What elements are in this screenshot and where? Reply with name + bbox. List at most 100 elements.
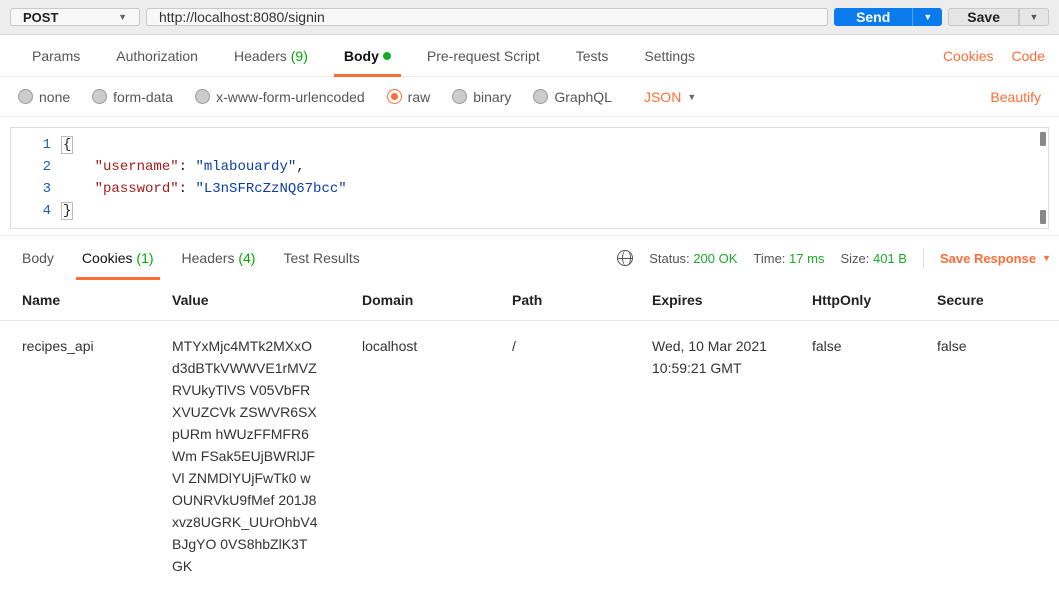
tab-tests-label: Tests <box>576 48 609 64</box>
radio-icon <box>387 89 402 104</box>
send-label: Send <box>856 9 890 25</box>
send-button[interactable]: Send <box>834 8 912 26</box>
divider <box>923 248 924 268</box>
cell-value: MTYxMjc4MTk2MXxOd3dBTkVWWVE1rMVZRVUkyTlV… <box>150 321 340 592</box>
editor-wrap: 1 2 3 4 { "username": "mlabouardy", "pas… <box>0 117 1059 236</box>
raw-language-select[interactable]: JSON ▼ <box>644 89 696 105</box>
send-dropdown[interactable]: ▼ <box>912 8 942 26</box>
resp-tab-headers-count: (4) <box>238 250 255 266</box>
col-name: Name <box>0 280 150 321</box>
code-area[interactable]: { "username": "mlabouardy", "password": … <box>61 128 1048 228</box>
brace-open: { <box>61 136 73 154</box>
time-group: Time: 17 ms <box>753 251 824 266</box>
response-meta: Status: 200 OK Time: 17 ms Size: 401 B S… <box>617 248 1051 268</box>
tab-settings-label: Settings <box>644 48 695 64</box>
resp-tab-body-label: Body <box>22 250 54 266</box>
col-httponly: HttpOnly <box>790 280 915 321</box>
code-link[interactable]: Code <box>1012 48 1045 64</box>
table-header-row: Name Value Domain Path Expires HttpOnly … <box>0 280 1059 321</box>
cell-expires: Wed, 10 Mar 2021 10:59:21 GMT <box>630 321 790 592</box>
method-value: POST <box>23 10 58 25</box>
radio-binary[interactable]: binary <box>452 89 511 105</box>
status-label: Status: <box>649 251 689 266</box>
radio-formdata-label: form-data <box>113 89 173 105</box>
col-value: Value <box>150 280 340 321</box>
json-editor[interactable]: 1 2 3 4 { "username": "mlabouardy", "pas… <box>10 127 1049 229</box>
radio-icon <box>92 89 107 104</box>
resp-tab-testresults[interactable]: Test Results <box>269 236 373 280</box>
save-label: Save <box>967 9 1000 25</box>
col-expires: Expires <box>630 280 790 321</box>
tab-body[interactable]: Body <box>326 35 409 76</box>
tab-authorization[interactable]: Authorization <box>98 35 216 76</box>
size-group: Size: 401 B <box>840 251 907 266</box>
save-response-button[interactable]: Save Response ▼ <box>940 251 1051 266</box>
tab-settings[interactable]: Settings <box>626 35 713 76</box>
table-row[interactable]: recipes_api MTYxMjc4MTk2MXxOd3dBTkVWWVE1… <box>0 321 1059 592</box>
brace-close: } <box>61 202 73 220</box>
json-key: "password" <box>95 181 179 197</box>
radio-icon <box>533 89 548 104</box>
url-value: http://localhost:8080/signin <box>159 9 325 25</box>
url-input[interactable]: http://localhost:8080/signin <box>146 8 828 26</box>
json-key: "username" <box>95 159 179 175</box>
cell-secure: false <box>915 321 1059 592</box>
send-group: Send ▼ <box>834 8 942 26</box>
radio-formdata[interactable]: form-data <box>92 89 173 105</box>
resp-tab-headers[interactable]: Headers (4) <box>168 236 270 280</box>
time-label: Time: <box>753 251 785 266</box>
cell-httponly: false <box>790 321 915 592</box>
radio-raw[interactable]: raw <box>387 89 431 105</box>
radio-none[interactable]: none <box>18 89 70 105</box>
tab-body-label: Body <box>344 48 379 64</box>
dot-icon <box>383 52 391 60</box>
save-button[interactable]: Save <box>948 8 1019 26</box>
resp-tab-testresults-label: Test Results <box>283 250 359 266</box>
line-number: 3 <box>11 178 51 200</box>
resp-tab-cookies-count: (1) <box>136 250 153 266</box>
beautify-link[interactable]: Beautify <box>990 89 1041 105</box>
col-domain: Domain <box>340 280 490 321</box>
cell-path: / <box>490 321 630 592</box>
line-number: 1 <box>11 134 51 156</box>
tab-prerequest[interactable]: Pre-request Script <box>409 35 558 76</box>
status-group: Status: 200 OK <box>649 251 737 266</box>
time-value: 17 ms <box>789 251 824 266</box>
tab-tests[interactable]: Tests <box>558 35 627 76</box>
tab-params[interactable]: Params <box>14 35 98 76</box>
status-value: 200 OK <box>693 251 737 266</box>
radio-icon <box>195 89 210 104</box>
radio-xform[interactable]: x-www-form-urlencoded <box>195 89 365 105</box>
line-number: 4 <box>11 200 51 222</box>
radio-graphql[interactable]: GraphQL <box>533 89 612 105</box>
tab-headers-label: Headers <box>234 48 287 64</box>
scrollbar-icon <box>1040 210 1046 224</box>
tab-headers[interactable]: Headers (9) <box>216 35 326 76</box>
chevron-down-icon: ▼ <box>923 12 932 22</box>
line-number: 2 <box>11 156 51 178</box>
chevron-down-icon: ▼ <box>1042 253 1051 263</box>
method-select[interactable]: POST ▼ <box>10 8 140 26</box>
cookies-table: Name Value Domain Path Expires HttpOnly … <box>0 280 1059 591</box>
resp-tab-body[interactable]: Body <box>8 236 68 280</box>
cookies-link[interactable]: Cookies <box>943 48 994 64</box>
resp-tab-cookies[interactable]: Cookies (1) <box>68 236 168 280</box>
radio-icon <box>452 89 467 104</box>
json-value: "mlabouardy" <box>195 159 296 175</box>
globe-icon[interactable] <box>617 250 633 266</box>
radio-none-label: none <box>39 89 70 105</box>
save-dropdown[interactable]: ▼ <box>1019 8 1049 26</box>
request-tabs: Params Authorization Headers (9) Body Pr… <box>0 35 1059 77</box>
request-bar: POST ▼ http://localhost:8080/signin Send… <box>0 0 1059 35</box>
chevron-down-icon: ▼ <box>687 92 696 102</box>
json-comma: , <box>296 159 304 175</box>
response-bar: Body Cookies (1) Headers (4) Test Result… <box>0 236 1059 280</box>
cell-name: recipes_api <box>0 321 150 592</box>
size-value: 401 B <box>873 251 907 266</box>
size-label: Size: <box>840 251 869 266</box>
json-value: "L3nSFRcZzNQ67bcc" <box>195 181 346 197</box>
tab-authorization-label: Authorization <box>116 48 198 64</box>
scrollbar-icon <box>1040 132 1046 146</box>
chevron-down-icon: ▼ <box>1030 12 1039 22</box>
gutter: 1 2 3 4 <box>11 128 61 228</box>
